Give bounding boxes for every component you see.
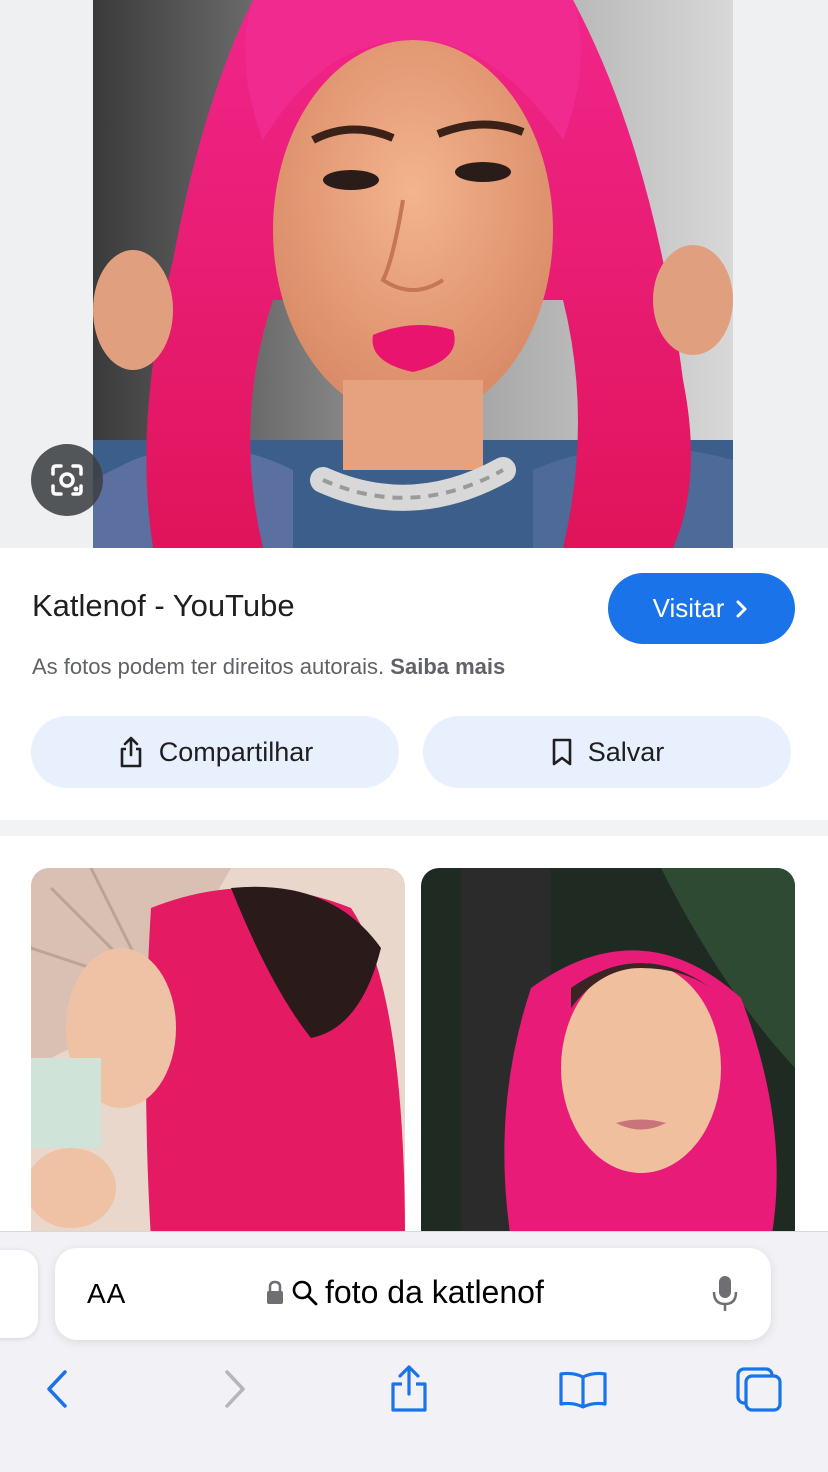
tabs-button[interactable] [734,1364,784,1414]
learn-more-link[interactable]: Saiba mais [390,654,505,679]
main-result-image[interactable] [93,0,733,548]
text-size-label: AA [87,1278,127,1309]
browser-toolbar: AA foto da katlenof [0,1231,828,1472]
share-button[interactable]: Compartilhar [31,716,399,788]
related-image-2[interactable] [421,868,795,1240]
image-preview-area [0,0,828,548]
forward-icon [225,1370,245,1408]
save-button[interactable]: Salvar [423,716,791,788]
voice-search-button[interactable] [711,1274,739,1319]
microphone-icon [712,1276,738,1311]
text-size-button[interactable]: AA [87,1278,126,1310]
back-icon [47,1370,67,1408]
bookmarks-icon [559,1371,607,1409]
result-info-panel: Katlenof - YouTube Visitar As fotos pode… [0,548,828,820]
save-button-label: Salvar [587,736,665,767]
safari-share-icon [391,1365,427,1412]
copyright-text: As fotos podem ter direitos autorais. [32,654,385,679]
bookmark-icon [552,738,572,766]
share-icon [120,736,142,768]
copyright-notice: As fotos podem ter direitos autorais. Sa… [32,654,505,680]
related-image-1[interactable] [31,868,405,1240]
visit-button-label: Visitar [652,593,725,623]
visit-button[interactable]: Visitar [608,573,795,644]
url-display[interactable]: foto da katlenof [265,1274,544,1311]
google-lens-icon [51,464,83,496]
previous-tab-preview[interactable] [0,1250,38,1338]
address-bar[interactable]: AA foto da katlenof [55,1248,771,1340]
chevron-right-icon [736,600,747,617]
section-divider [0,820,828,836]
search-icon [292,1280,318,1305]
related-images-grid [0,836,828,1240]
share-button-label: Compartilhar [158,736,314,767]
forward-button[interactable] [210,1364,260,1414]
search-query-text: foto da katlenof [325,1274,544,1310]
lock-icon [267,1280,283,1304]
back-button[interactable] [32,1364,82,1414]
tabs-icon [736,1367,782,1412]
bookmarks-button[interactable] [558,1364,608,1414]
google-lens-button[interactable] [31,444,103,516]
result-title[interactable]: Katlenof - YouTube [32,588,295,624]
safari-share-button[interactable] [384,1364,434,1414]
